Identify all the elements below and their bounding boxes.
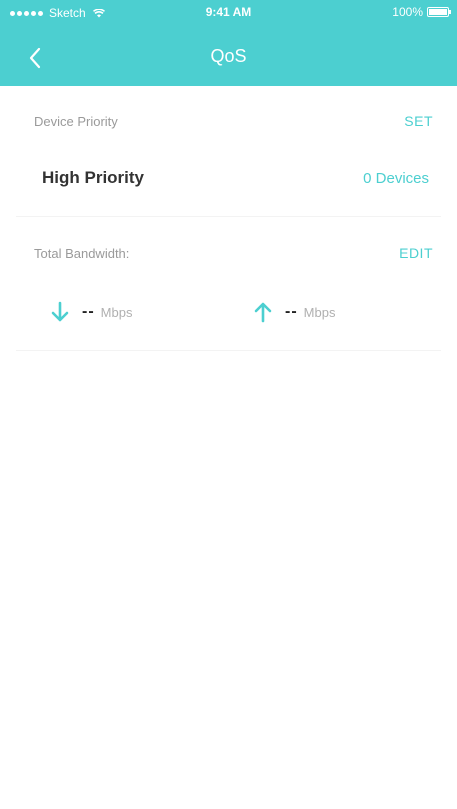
page-title: QoS bbox=[210, 46, 247, 66]
status-right: 100% bbox=[392, 5, 451, 19]
bandwidth-row: -- Mbps -- Mbps bbox=[16, 282, 441, 346]
download-bandwidth: -- Mbps bbox=[48, 300, 132, 324]
edit-button[interactable]: EDIT bbox=[399, 245, 433, 261]
high-priority-label: High Priority bbox=[42, 168, 145, 187]
qos-screen: Sketch 9:41 AM 100% QoS Device Priority … bbox=[0, 0, 457, 809]
battery-percent: 100% bbox=[392, 5, 423, 19]
total-bandwidth-header: Total Bandwidth: EDIT bbox=[0, 218, 457, 261]
section-divider bbox=[16, 216, 441, 217]
high-priority-row[interactable]: High Priority 0 Devices bbox=[16, 148, 441, 208]
upload-bandwidth: -- Mbps bbox=[251, 300, 335, 324]
content-area: Device Priority SET High Priority 0 Devi… bbox=[0, 86, 457, 809]
total-bandwidth-label: Total Bandwidth: bbox=[34, 246, 130, 261]
device-priority-label: Device Priority bbox=[34, 114, 118, 129]
download-unit: Mbps bbox=[100, 304, 133, 320]
set-button[interactable]: SET bbox=[404, 113, 433, 129]
nav-bar: QoS bbox=[0, 26, 457, 86]
status-time: 9:41 AM bbox=[205, 5, 252, 19]
device-priority-header: Device Priority SET bbox=[0, 86, 457, 129]
upload-value: -- bbox=[285, 303, 298, 320]
battery-icon bbox=[427, 7, 451, 17]
upload-unit: Mbps bbox=[303, 304, 336, 320]
bandwidth-divider bbox=[16, 350, 441, 351]
app-header: Sketch 9:41 AM 100% QoS bbox=[0, 0, 457, 86]
arrow-down-icon bbox=[51, 301, 69, 322]
arrow-up-icon bbox=[254, 302, 272, 323]
download-value: -- bbox=[82, 303, 95, 320]
status-bar: Sketch 9:41 AM 100% bbox=[0, 0, 457, 26]
device-count[interactable]: 0 Devices bbox=[363, 170, 429, 187]
